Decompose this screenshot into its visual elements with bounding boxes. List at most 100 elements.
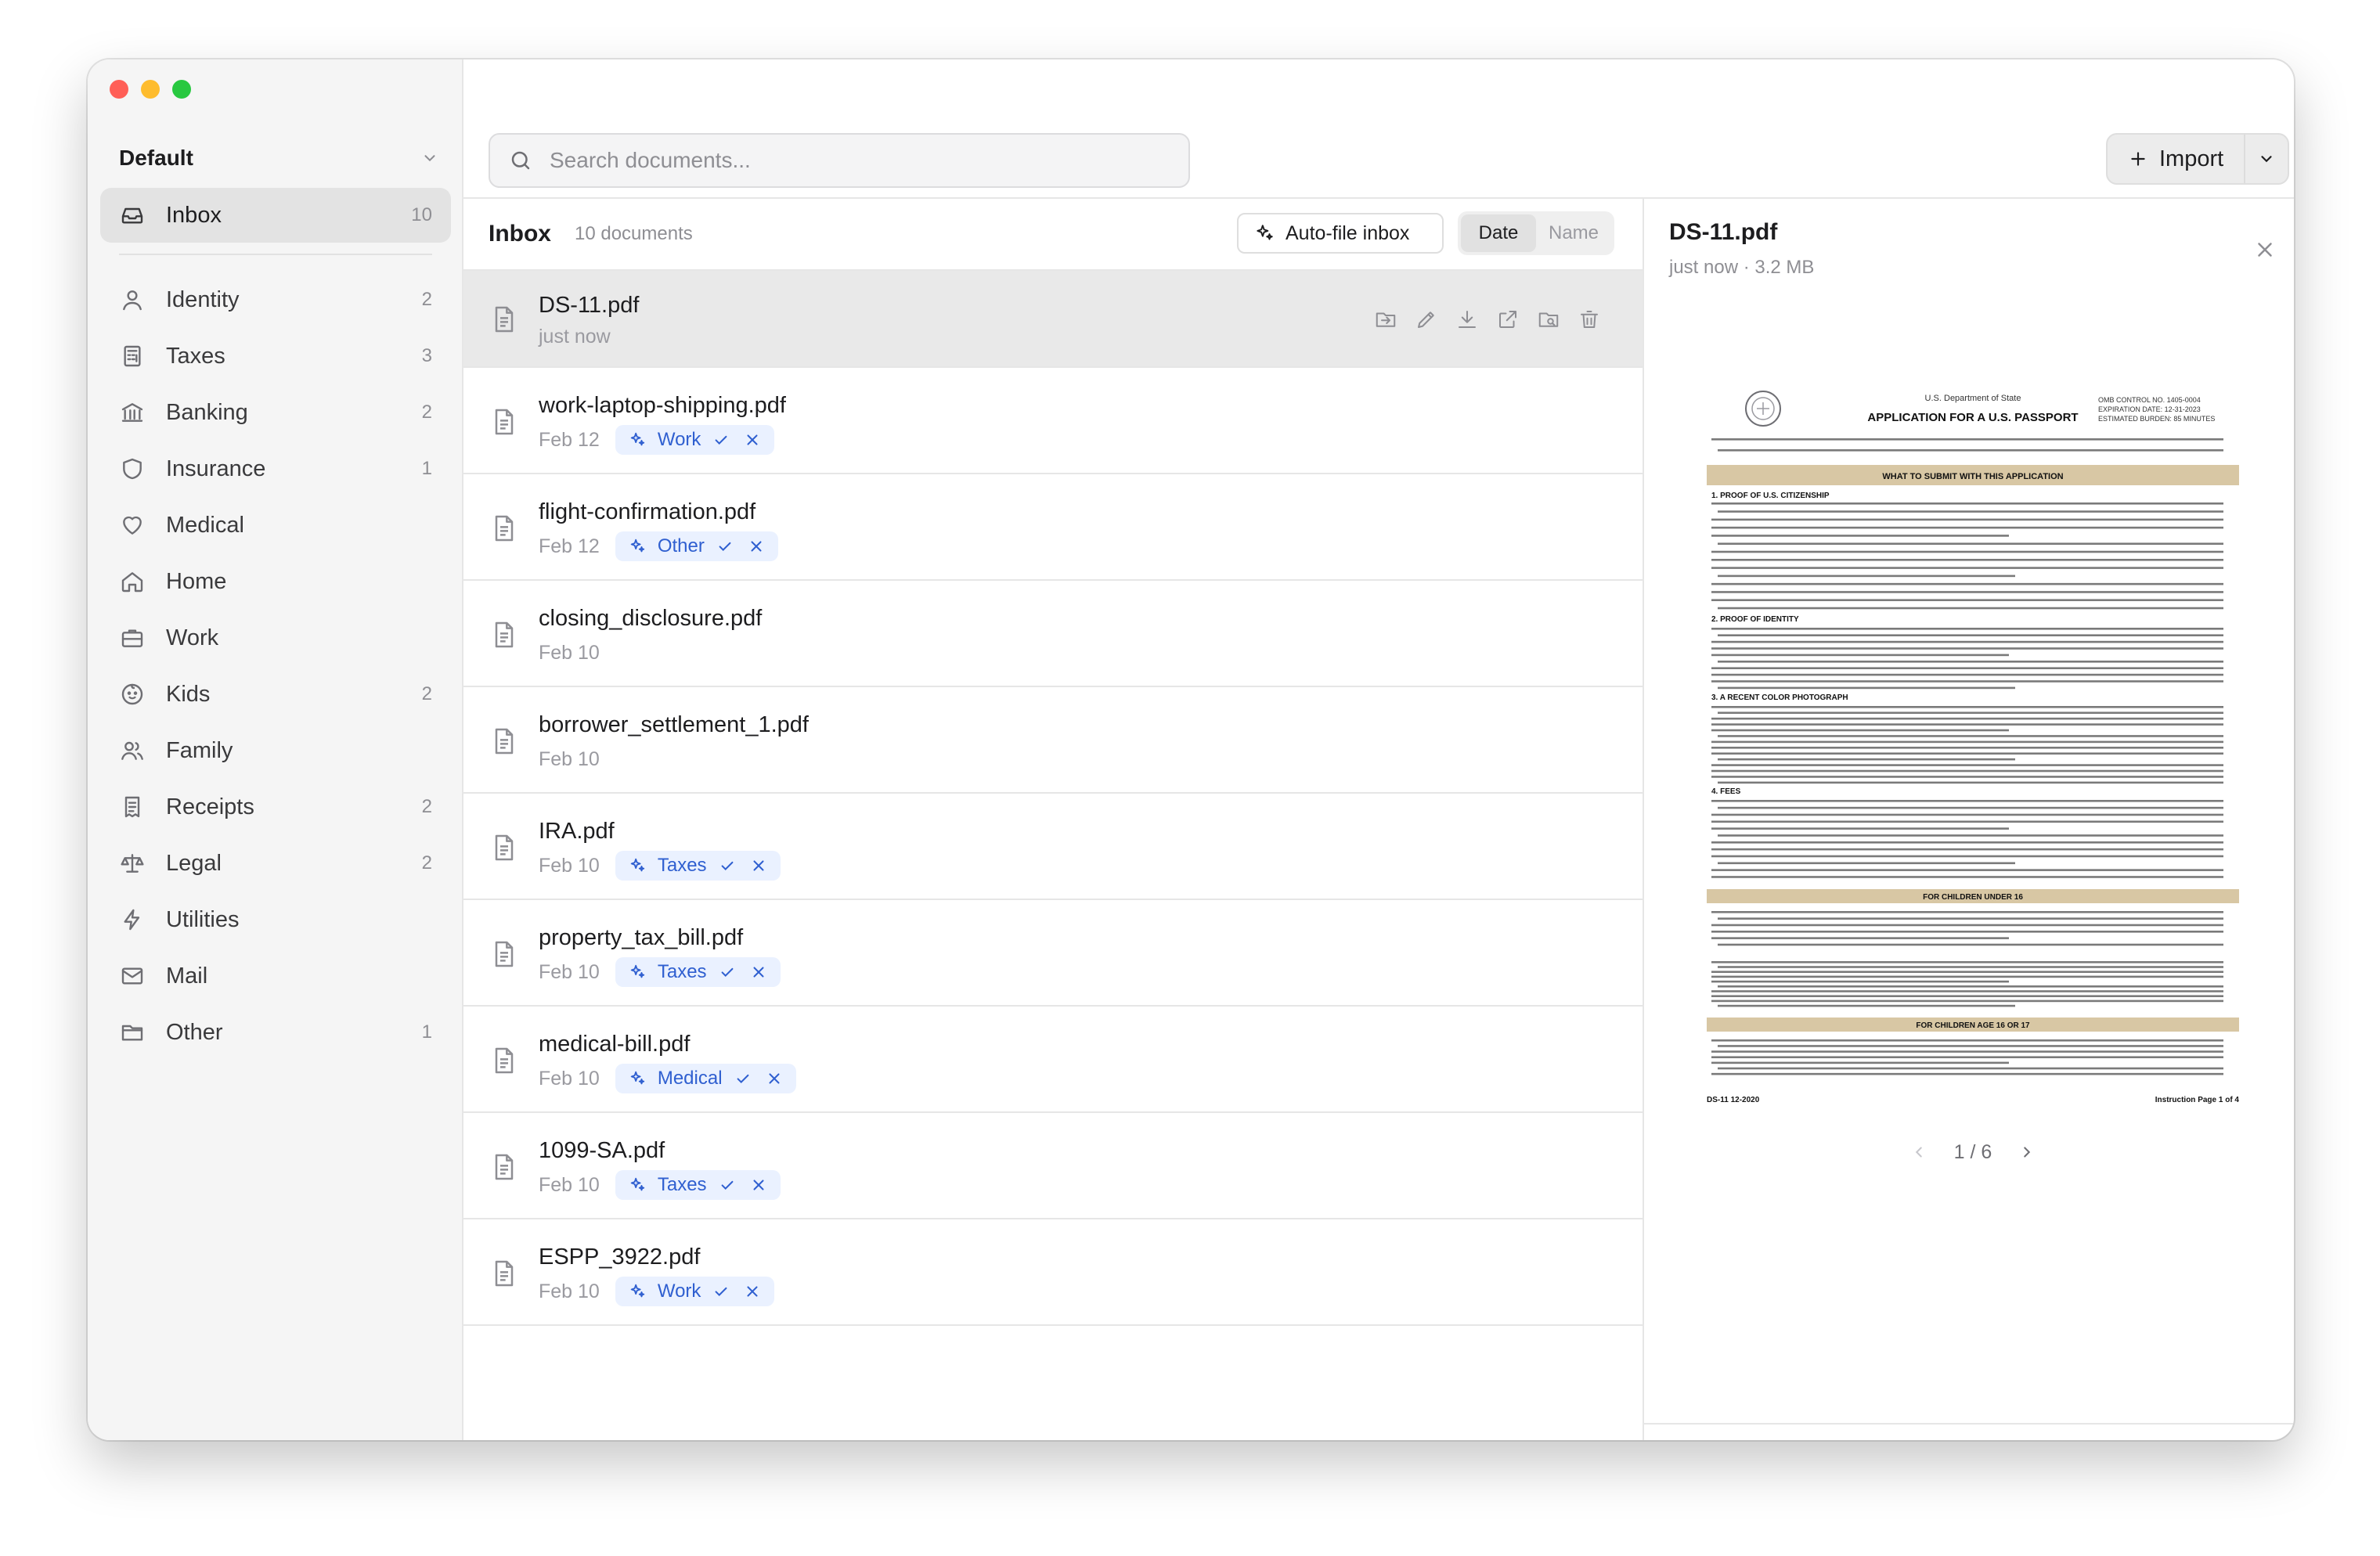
reject-suggestion-button[interactable]: [748, 855, 770, 877]
doc-text-line: [1718, 1045, 2223, 1047]
previous-page-button[interactable]: [1910, 1144, 1927, 1161]
sidebar-item-family[interactable]: Family: [100, 723, 451, 778]
reject-suggestion-button[interactable]: [748, 1174, 770, 1196]
person-icon: [119, 286, 146, 313]
close-preview-button[interactable]: [2253, 238, 2277, 261]
search-input[interactable]: [550, 148, 1176, 173]
rename-button[interactable]: [1414, 307, 1439, 332]
sparkle-icon: [626, 535, 648, 557]
reject-suggestion-button[interactable]: [763, 1068, 785, 1090]
house-icon: [119, 568, 146, 595]
auto-file-button[interactable]: Auto-file inbox: [1237, 213, 1444, 254]
workspace-switcher[interactable]: Default: [119, 136, 438, 180]
briefcase-icon: [119, 625, 146, 651]
sidebar-item-work[interactable]: Work: [100, 611, 451, 665]
document-row[interactable]: property_tax_bill.pdf Feb 10 Taxes: [463, 902, 1643, 1007]
next-page-button[interactable]: [2018, 1144, 2036, 1161]
document-row[interactable]: IRA.pdf Feb 10 Taxes: [463, 795, 1643, 900]
document-row[interactable]: flight-confirmation.pdf Feb 12 Other: [463, 476, 1643, 581]
doc-text-line: [1711, 518, 2223, 521]
external-link-icon: [1496, 308, 1520, 331]
document-page-preview[interactable]: U.S. Department of State APPLICATION FOR…: [1707, 373, 2239, 1108]
sort-by-name[interactable]: Name: [1536, 214, 1611, 252]
accept-suggestion-button[interactable]: [714, 535, 736, 557]
suggested-category-label: Other: [657, 535, 705, 556]
doc-text-line: [1711, 582, 2223, 585]
import-dropdown-button[interactable]: [2245, 135, 2288, 183]
sidebar-item-label: Work: [166, 625, 219, 650]
suggested-category-tag: Taxes: [615, 851, 781, 881]
doc-agency: U.S. Department of State: [1925, 394, 2021, 403]
search-bar[interactable]: [489, 133, 1190, 188]
doc-text-line: [1718, 966, 2223, 968]
doc-text-line: [1711, 1050, 2223, 1053]
move-to-folder-button[interactable]: [1373, 307, 1398, 332]
doc-text-line: [1718, 634, 2223, 636]
doc-text-line: [1711, 820, 2223, 823]
sidebar-item-mail[interactable]: Mail: [100, 949, 451, 1003]
doc-text-line: [1711, 438, 2223, 441]
sidebar-item-other[interactable]: Other 1: [100, 1005, 451, 1060]
doc-text-line: [1711, 747, 2223, 749]
minimize-window-button[interactable]: [141, 80, 160, 99]
sidebar-item-taxes[interactable]: Taxes 3: [100, 329, 451, 384]
download-button[interactable]: [1455, 307, 1480, 332]
document-row[interactable]: medical-bill.pdf Feb 10 Medical: [463, 1008, 1643, 1113]
sort-segmented-control: Date Name: [1458, 211, 1614, 255]
chevron-down-icon: [2261, 156, 2272, 163]
reject-suggestion-button[interactable]: [745, 535, 767, 557]
document-row[interactable]: work-laptop-shipping.pdf Feb 12 Work: [463, 369, 1643, 474]
doc-text-line: [1711, 876, 2223, 878]
delete-button[interactable]: [1577, 307, 1602, 332]
document-row[interactable]: 1099-SA.pdf Feb 10 Taxes: [463, 1115, 1643, 1219]
zoom-window-button[interactable]: [172, 80, 191, 99]
sidebar-item-identity[interactable]: Identity 2: [100, 272, 451, 327]
doc-bar-label: FOR CHILDREN AGE 16 OR 17: [1916, 1021, 2030, 1030]
sidebar-item-banking[interactable]: Banking 2: [100, 385, 451, 440]
sidebar-item-legal[interactable]: Legal 2: [100, 836, 451, 891]
doc-text-line: [1711, 813, 2223, 816]
sidebar-item-kids[interactable]: Kids 2: [100, 667, 451, 722]
doc-text-line: [1718, 711, 2223, 715]
sidebar-item-receipts[interactable]: Receipts 2: [100, 780, 451, 834]
doc-text-line: [1711, 841, 2223, 844]
doc-section-heading: 1. PROOF OF U.S. CITIZENSHIP: [1711, 492, 1830, 500]
sidebar-item-home[interactable]: Home: [100, 554, 451, 609]
document-row[interactable]: borrower_settlement_1.pdf Feb 10: [463, 689, 1643, 794]
close-window-button[interactable]: [110, 80, 128, 99]
document-meta: Feb 10 Work: [539, 1274, 775, 1309]
sort-by-date[interactable]: Date: [1461, 214, 1536, 252]
accept-suggestion-button[interactable]: [732, 1068, 754, 1090]
sidebar-item-medical[interactable]: Medical: [100, 498, 451, 553]
doc-text-line: [1711, 723, 2223, 726]
sidebar-item-label: Kids: [166, 681, 211, 707]
accept-suggestion-button[interactable]: [710, 429, 732, 451]
reveal-in-folder-button[interactable]: [1536, 307, 1561, 332]
doc-text-line: [1711, 628, 2223, 630]
sidebar-item-count: 2: [421, 402, 432, 423]
accept-suggestion-button[interactable]: [716, 855, 738, 877]
document-meta: Feb 10: [539, 636, 600, 670]
reject-suggestion-button[interactable]: [748, 961, 770, 983]
sidebar-item-utilities[interactable]: Utilities: [100, 892, 451, 947]
sidebar-item-insurance[interactable]: Insurance 1: [100, 441, 451, 496]
reject-suggestion-button[interactable]: [741, 1280, 763, 1302]
sidebar-item-count: 2: [421, 683, 432, 704]
reject-suggestion-button[interactable]: [741, 429, 763, 451]
accept-suggestion-button[interactable]: [716, 1174, 738, 1196]
doc-text-line: [1718, 834, 2223, 837]
sidebar-divider: [119, 254, 432, 255]
sidebar-item-inbox[interactable]: Inbox 10: [100, 188, 451, 243]
document-row[interactable]: ESPP_3922.pdf Feb 10 Work: [463, 1221, 1643, 1326]
suggested-category-tag: Taxes: [615, 957, 781, 987]
open-external-button[interactable]: [1495, 307, 1520, 332]
document-row[interactable]: DS-11.pdf just now: [463, 271, 1643, 368]
accept-suggestion-button[interactable]: [716, 961, 738, 983]
import-button[interactable]: Import: [2108, 135, 2245, 183]
sidebar-item-label: Family: [166, 737, 233, 763]
document-date: Feb 10: [539, 960, 600, 983]
accept-suggestion-button[interactable]: [710, 1280, 732, 1302]
doc-text-line: [1711, 827, 2009, 830]
document-row[interactable]: closing_disclosure.pdf Feb 10: [463, 582, 1643, 687]
document-date: Feb 10: [539, 1067, 600, 1090]
